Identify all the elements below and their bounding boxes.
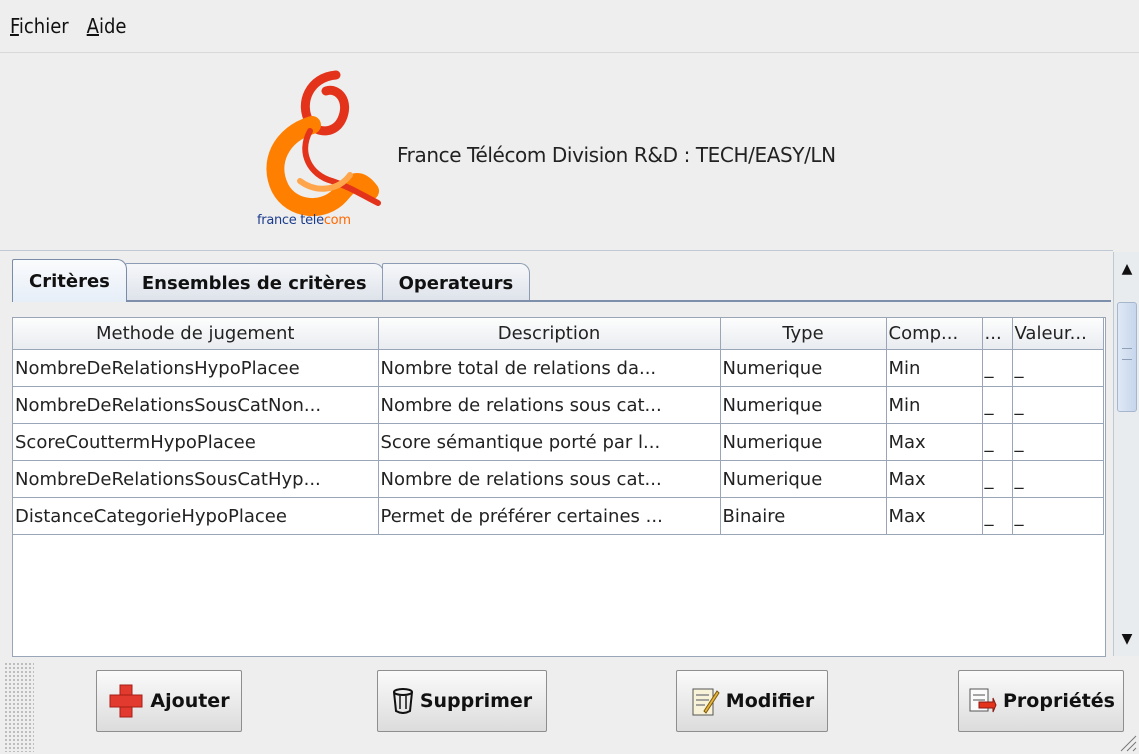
table-cell-type: Numerique	[720, 386, 887, 424]
table-cell-valeur: _	[1012, 423, 1104, 461]
table-cell-methode: ScoreCouttermHypoPlacee	[13, 423, 379, 461]
menu-fichier-mnemonic: F	[10, 14, 19, 38]
tab-underline	[12, 300, 1111, 302]
trash-icon	[392, 688, 414, 714]
table-cell-methode: NombreDeRelationsSousCatNon...	[13, 386, 379, 424]
table-cell-valeur: _	[1012, 460, 1104, 498]
bottom-toolbar: Ajouter Supprimer Modifier Propriétés	[0, 658, 1139, 754]
plus-icon	[108, 683, 144, 719]
table-cell-extra: _	[982, 386, 1013, 424]
criteria-table-container: Methode de jugement Description Type Com…	[12, 317, 1106, 657]
add-button-label: Ajouter	[150, 690, 230, 712]
menu-bar: Fichier Aide	[0, 0, 1139, 53]
table-cell-extra: _	[982, 423, 1013, 461]
tab-criteres[interactable]: Critères	[12, 259, 127, 302]
table-cell-description: Nombre de relations sous cat...	[378, 386, 721, 424]
table-cell-description: Score sémantique porté par l...	[378, 423, 721, 461]
edit-button[interactable]: Modifier	[676, 670, 828, 732]
table-row[interactable]: ScoreCouttermHypoPlacee Score sémantique…	[13, 423, 1104, 461]
table-cell-description: Permet de préférer certaines ...	[378, 497, 721, 535]
table-header-row: Methode de jugement Description Type Com…	[13, 318, 1104, 350]
table-cell-description: Nombre de relations sous cat...	[378, 460, 721, 498]
table-row[interactable]: NombreDeRelationsSousCatHyp... Nombre de…	[13, 460, 1104, 498]
tab-operateurs-label: Operateurs	[398, 272, 514, 294]
table-cell-comp: Min	[886, 349, 983, 387]
table-cell-methode: NombreDeRelationsSousCatHyp...	[13, 460, 379, 498]
table-cell-valeur: _	[1012, 349, 1104, 387]
table-cell-type: Binaire	[720, 497, 887, 535]
table-cell-methode: DistanceCategorieHypoPlacee	[13, 497, 379, 535]
table-cell-type: Numerique	[720, 423, 887, 461]
logo-wordmark-part2: com	[323, 213, 351, 228]
table-cell-comp: Max	[886, 497, 983, 535]
menu-fichier[interactable]: Fichier	[10, 14, 69, 38]
menu-fichier-label: ichier	[18, 14, 69, 38]
table-row[interactable]: DistanceCategorieHypoPlacee Permet de pr…	[13, 497, 1104, 535]
menu-aide-label: ide	[98, 14, 127, 38]
table-cell-description: Nombre total de relations da...	[378, 349, 721, 387]
table-cell-type: Numerique	[720, 460, 887, 498]
tab-ensembles-de-criteres[interactable]: Ensembles de critères	[124, 263, 384, 302]
edit-icon	[690, 685, 720, 717]
toolbar-grip[interactable]	[4, 662, 34, 752]
column-header-type[interactable]: Type	[720, 318, 887, 350]
delete-button[interactable]: Supprimer	[377, 670, 547, 732]
scroll-up-icon[interactable]: ▲	[1114, 252, 1139, 286]
table-row[interactable]: NombreDeRelationsHypoPlacee Nombre total…	[13, 349, 1104, 387]
logo-wordmark: france telecom	[257, 213, 351, 228]
table-cell-comp: Min	[886, 386, 983, 424]
criteria-table: Methode de jugement Description Type Com…	[13, 318, 1104, 535]
scroll-down-icon[interactable]: ▼	[1114, 622, 1139, 656]
table-cell-extra: _	[982, 497, 1013, 535]
properties-button-label: Propriétés	[1003, 690, 1115, 712]
tab-ensembles-label: Ensembles de critères	[141, 272, 367, 294]
header-banner: france telecom France Télécom Division R…	[0, 53, 1139, 250]
table-cell-valeur: _	[1012, 497, 1104, 535]
tab-panel: Critères Ensembles de critères Operateur…	[0, 250, 1113, 659]
add-button[interactable]: Ajouter	[96, 670, 242, 732]
resize-grip-icon[interactable]	[1117, 732, 1137, 752]
table-cell-extra: _	[982, 460, 1013, 498]
properties-button[interactable]: Propriétés	[958, 670, 1124, 732]
table-cell-type: Numerique	[720, 349, 887, 387]
grip-icon	[1122, 348, 1132, 360]
column-header-description[interactable]: Description	[378, 318, 721, 350]
column-header-ellipsis[interactable]: ...	[982, 318, 1013, 350]
column-header-valeur[interactable]: Valeur...	[1012, 318, 1104, 350]
edit-button-label: Modifier	[725, 690, 815, 712]
table-cell-methode: NombreDeRelationsHypoPlacee	[13, 349, 379, 387]
table-cell-comp: Max	[886, 460, 983, 498]
logo-wordmark-part1: france tele	[257, 213, 324, 228]
column-header-comp[interactable]: Comp...	[886, 318, 983, 350]
tab-bar: Critères Ensembles de critères Operateur…	[12, 259, 531, 302]
table-cell-extra: _	[982, 349, 1013, 387]
table-cell-comp: Max	[886, 423, 983, 461]
column-header-methode[interactable]: Methode de jugement	[13, 318, 379, 350]
vertical-scrollbar[interactable]: ▲ ▼	[1113, 252, 1139, 656]
page-title: France Télécom Division R&D : TECH/EASY/…	[397, 143, 836, 167]
delete-button-label: Supprimer	[419, 690, 533, 712]
tab-criteres-label: Critères	[29, 270, 110, 292]
tab-operateurs[interactable]: Operateurs	[381, 263, 531, 302]
properties-icon	[967, 686, 997, 716]
menu-aide[interactable]: Aide	[87, 14, 127, 38]
table-cell-valeur: _	[1012, 386, 1104, 424]
scrollbar-thumb[interactable]	[1117, 302, 1137, 412]
menu-aide-mnemonic: A	[86, 14, 99, 38]
table-row[interactable]: NombreDeRelationsSousCatNon... Nombre de…	[13, 386, 1104, 424]
